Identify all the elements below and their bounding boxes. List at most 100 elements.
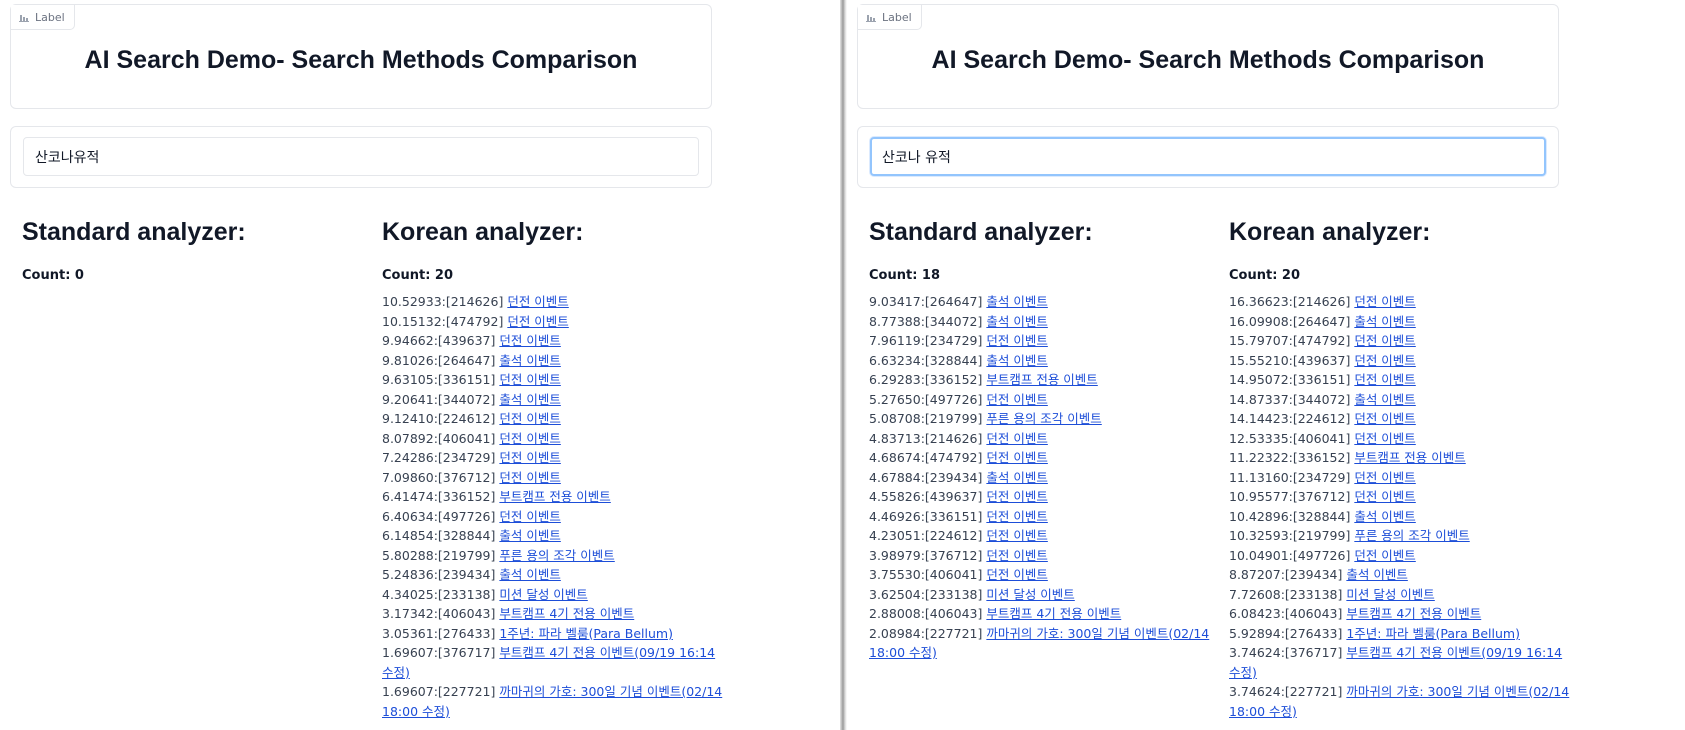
result-row: 10.04901:[497726] 던전 이벤트 [1229,546,1574,566]
result-score: 11.22322:[336152] [1229,450,1351,465]
result-row: 3.05361:[276433] 1주년: 파라 벨룸(Para Bellum) [382,624,727,644]
result-link[interactable]: 던전 이벤트 [1354,353,1415,368]
result-link[interactable]: 던전 이벤트 [986,450,1047,465]
result-link[interactable]: 출석 이벤트 [499,567,560,582]
result-link[interactable]: 부트캠프 전용 이벤트 [1354,450,1465,465]
result-score: 6.29283:[336152] [869,372,983,387]
result-link[interactable]: 부트캠프 전용 이벤트 [499,489,610,504]
result-link[interactable]: 던전 이벤트 [1354,548,1415,563]
result-score: 4.55826:[439637] [869,489,983,504]
result-link[interactable]: 부트캠프 4기 전용 이벤트 [986,606,1121,621]
result-score: 3.62504:[233138] [869,586,983,602]
result-score: 2.08984:[227721] [869,625,983,641]
result-score: 3.98979:[376712] [869,547,983,563]
result-link[interactable]: 던전 이벤트 [1354,470,1415,485]
result-row: 10.52933:[214626] 던전 이벤트 [382,292,727,312]
result-link[interactable]: 출석 이벤트 [499,392,560,407]
page-title: AI Search Demo- Search Methods Compariso… [931,46,1485,74]
result-link[interactable]: 던전 이벤트 [1354,489,1415,504]
result-link[interactable]: 부트캠프 4기 전용 이벤트 [499,606,634,621]
window-divider[interactable] [840,0,847,730]
label-icon [19,12,29,22]
result-link[interactable]: 출석 이벤트 [986,294,1047,309]
result-row: 4.68674:[474792] 던전 이벤트 [869,448,1224,468]
result-row: 5.92894:[276433] 1주년: 파라 벨룸(Para Bellum) [1229,624,1574,644]
result-row: 16.36623:[214626] 던전 이벤트 [1229,292,1574,312]
result-link[interactable]: 부트캠프 4기 전용 이벤트 [1346,606,1481,621]
result-link[interactable]: 던전 이벤트 [499,470,560,485]
result-row: 15.55210:[439637] 던전 이벤트 [1229,351,1574,371]
result-score: 5.08708:[219799] [869,411,983,426]
result-link[interactable]: 출석 이벤트 [1354,392,1415,407]
result-link[interactable]: 던전 이벤트 [499,411,560,426]
result-link[interactable]: 출석 이벤트 [986,353,1047,368]
result-score: 9.81026:[264647] [382,352,496,368]
result-link[interactable]: 1주년: 파라 벨룸(Para Bellum) [1346,626,1520,641]
result-link[interactable]: 출석 이벤트 [499,528,560,543]
result-link[interactable]: 미션 달성 이벤트 [986,587,1074,602]
result-link[interactable]: 던전 이벤트 [1354,372,1415,387]
result-score: 10.04901:[497726] [1229,547,1351,563]
result-score: 6.14854:[328844] [382,528,496,543]
search-input[interactable] [23,137,699,176]
result-link[interactable]: 던전 이벤트 [499,372,560,387]
result-score: 16.36623:[214626] [1229,294,1351,309]
result-link[interactable]: 던전 이벤트 [499,333,560,348]
result-link[interactable]: 던전 이벤트 [1354,333,1415,348]
result-link[interactable]: 미션 달성 이벤트 [499,587,587,602]
result-link[interactable]: 던전 이벤트 [986,548,1047,563]
korean-analyzer-column: Korean analyzer: Count: 20 16.36623:[214… [1229,218,1574,721]
result-link[interactable]: 1주년: 파라 벨룸(Para Bellum) [499,626,673,641]
label-chip: Label [11,5,75,30]
result-link[interactable]: 출석 이벤트 [1346,567,1407,582]
result-score: 9.94662:[439637] [382,333,496,348]
result-link[interactable]: 던전 이벤트 [986,567,1047,582]
result-link[interactable]: 던전 이벤트 [507,294,568,309]
result-link[interactable]: 던전 이벤트 [1354,431,1415,446]
result-link[interactable]: 던전 이벤트 [986,489,1047,504]
result-link[interactable]: 부트캠프 전용 이벤트 [986,372,1097,387]
result-score: 12.53335:[406041] [1229,430,1351,446]
result-link[interactable]: 미션 달성 이벤트 [1346,587,1434,602]
result-link[interactable]: 던전 이벤트 [986,333,1047,348]
result-link[interactable]: 던전 이벤트 [499,450,560,465]
result-link[interactable]: 출석 이벤트 [499,353,560,368]
result-row: 6.14854:[328844] 출석 이벤트 [382,526,727,546]
result-link[interactable]: 던전 이벤트 [986,528,1047,543]
result-link[interactable]: 출석 이벤트 [1354,314,1415,329]
result-row: 7.24286:[234729] 던전 이벤트 [382,448,727,468]
result-link[interactable]: 푸른 용의 조각 이벤트 [499,548,614,563]
result-row: 4.55826:[439637] 던전 이벤트 [869,487,1224,507]
result-link[interactable]: 푸른 용의 조각 이벤트 [986,411,1101,426]
result-score: 3.75530:[406041] [869,567,983,582]
result-score: 9.03417:[264647] [869,294,983,309]
result-link[interactable]: 던전 이벤트 [986,509,1047,524]
search-input[interactable] [870,137,1546,176]
result-row: 16.09908:[264647] 출석 이벤트 [1229,312,1574,332]
result-link[interactable]: 던전 이벤트 [986,392,1047,407]
result-score: 4.68674:[474792] [869,450,983,465]
result-row: 7.72608:[233138] 미션 달성 이벤트 [1229,585,1574,605]
result-row: 15.79707:[474792] 던전 이벤트 [1229,331,1574,351]
result-link[interactable]: 출석 이벤트 [1354,509,1415,524]
result-link[interactable]: 출석 이벤트 [986,470,1047,485]
result-score: 6.40634:[497726] [382,508,496,524]
result-row: 8.87207:[239434] 출석 이벤트 [1229,565,1574,585]
result-row: 9.12410:[224612] 던전 이벤트 [382,409,727,429]
result-score: 5.27650:[497726] [869,391,983,407]
result-link[interactable]: 푸른 용의 조각 이벤트 [1354,528,1469,543]
result-link[interactable]: 던전 이벤트 [1354,294,1415,309]
result-row: 5.80288:[219799] 푸른 용의 조각 이벤트 [382,546,727,566]
result-score: 16.09908:[264647] [1229,313,1351,329]
result-link[interactable]: 던전 이벤트 [986,431,1047,446]
result-score: 9.12410:[224612] [382,411,496,426]
result-score: 3.74624:[227721] [1229,684,1343,699]
result-link[interactable]: 던전 이벤트 [499,509,560,524]
result-row: 2.88008:[406043] 부트캠프 4기 전용 이벤트 [869,604,1224,624]
result-link[interactable]: 던전 이벤트 [499,431,560,446]
result-link[interactable]: 던전 이벤트 [507,314,568,329]
result-score: 10.42896:[328844] [1229,508,1351,524]
result-link[interactable]: 던전 이벤트 [1354,411,1415,426]
label-chip: Label [858,5,922,30]
result-link[interactable]: 출석 이벤트 [986,314,1047,329]
